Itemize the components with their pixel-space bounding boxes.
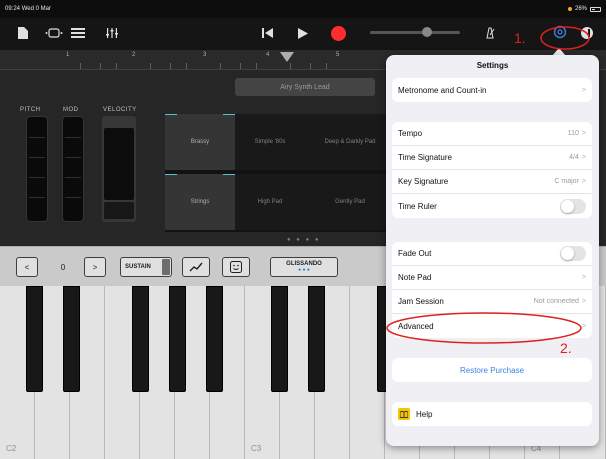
annotation-step-two: 2. (560, 340, 572, 356)
annotation-layer (386, 26, 590, 344)
annotation-circle-advanced (386, 312, 582, 344)
annotation-step-one: 1. (514, 30, 526, 46)
annotation-circle-settings (540, 26, 590, 50)
